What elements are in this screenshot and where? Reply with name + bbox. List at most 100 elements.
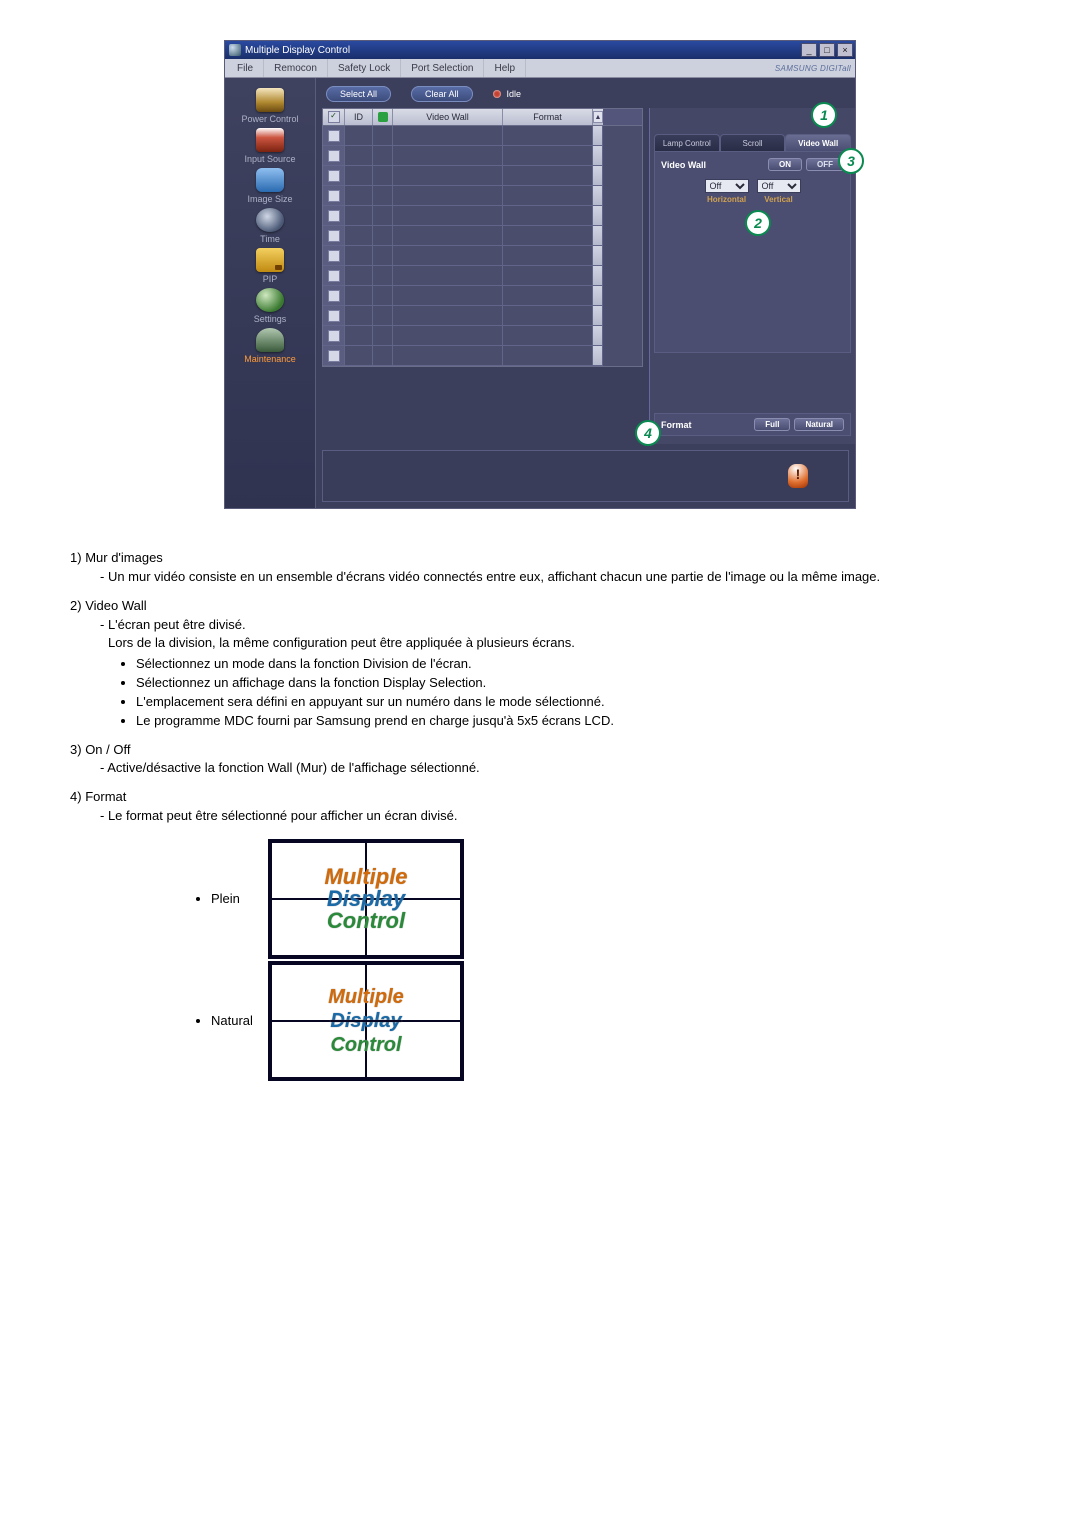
callout-4: 4 [635, 420, 661, 446]
close-button[interactable]: × [837, 43, 853, 57]
format-natural-label: Natural [211, 1012, 261, 1031]
row-checkbox[interactable] [328, 190, 340, 202]
row-checkbox[interactable] [328, 250, 340, 262]
menubar: File Remocon Safety Lock Port Selection … [225, 59, 855, 78]
right-panel: 1 Lamp Control Scroll Video Wall Video W… [649, 108, 855, 444]
sidebar-item-label: Settings [230, 314, 310, 324]
titlebar: Multiple Display Control _ □ × [225, 41, 855, 59]
sidebar-item-label: Input Source [230, 154, 310, 164]
sec4-dash: - Le format peut être sélectionné pour a… [70, 807, 1010, 826]
status-text: Idle [507, 89, 522, 99]
grid-body [322, 126, 643, 367]
grid-header: ID Video Wall Format ▲ [322, 108, 643, 126]
sec2-b4: Le programme MDC fourni par Samsung pren… [136, 712, 1010, 731]
sec1-desc: - Un mur vidéo consiste en un ensemble d… [70, 568, 1010, 587]
sec2-b2: Sélectionnez un affichage dans la foncti… [136, 674, 1010, 693]
row-checkbox[interactable] [328, 290, 340, 302]
maximize-button[interactable]: □ [819, 43, 835, 57]
callout-3: 3 [838, 148, 864, 174]
select-all-button[interactable]: Select All [326, 86, 391, 102]
tab-lamp-control[interactable]: Lamp Control [654, 134, 720, 151]
sec4-num: 4) [70, 789, 82, 804]
row-checkbox[interactable] [328, 210, 340, 222]
status-dot-icon [493, 90, 501, 98]
format-row: Format Full Natural [654, 413, 851, 436]
row-checkbox[interactable] [328, 270, 340, 282]
brand-label: SAMSUNG DIGITall [775, 59, 851, 77]
format-natural-button[interactable]: Natural [794, 418, 844, 431]
sidebar-item-label: Time [230, 234, 310, 244]
format-plein-label: Plein [211, 890, 261, 909]
sec1-num: 1) [70, 550, 82, 565]
row-checkbox[interactable] [328, 310, 340, 322]
callout-2: 2 [745, 210, 771, 236]
status-indicator: Idle [493, 89, 522, 99]
menu-file[interactable]: File [227, 59, 264, 77]
sec3-dash: - Active/désactive la fonction Wall (Mur… [70, 759, 1010, 778]
grid-col-format[interactable]: Format [503, 109, 593, 125]
app-icon [229, 44, 241, 56]
sec2-title: Video Wall [85, 598, 146, 613]
header-checkbox[interactable] [328, 111, 340, 123]
sidebar-item-input-source[interactable]: Input Source [230, 128, 310, 164]
image-size-icon [256, 168, 284, 192]
maintenance-icon [256, 328, 284, 352]
menu-remocon[interactable]: Remocon [264, 59, 328, 77]
sec2-line2: Lors de la division, la même configurati… [70, 634, 1010, 653]
tab-video-wall[interactable]: Video Wall [785, 134, 851, 151]
row-checkbox[interactable] [328, 350, 340, 362]
sidebar-item-power-control[interactable]: Power Control [230, 88, 310, 124]
row-checkbox[interactable] [328, 170, 340, 182]
sec3-title: On / Off [85, 742, 130, 757]
row-checkbox[interactable] [328, 130, 340, 142]
power-icon [256, 88, 284, 112]
sec4-title: Format [85, 789, 126, 804]
vertical-label: Vertical [764, 195, 792, 204]
pip-icon [256, 248, 284, 272]
alert-icon [788, 464, 808, 488]
document-text: 1) Mur d'images - Un mur vidéo consiste … [40, 549, 1040, 1082]
sidebar-item-image-size[interactable]: Image Size [230, 168, 310, 204]
row-checkbox[interactable] [328, 150, 340, 162]
grid-col-id[interactable]: ID [345, 109, 373, 125]
sec1-title: Mur d'images [85, 550, 163, 565]
sec2-dash: - L'écran peut être divisé. [70, 616, 1010, 635]
tab-scroll[interactable]: Scroll [720, 134, 786, 151]
format-plein-image: Multiple Display Control [268, 839, 464, 959]
menu-safety-lock[interactable]: Safety Lock [328, 59, 401, 77]
sidebar-item-label: PIP [230, 274, 310, 284]
menu-port-selection[interactable]: Port Selection [401, 59, 484, 77]
sec3-num: 3) [70, 742, 82, 757]
format-examples: Plein Multiple Display Control Natural [190, 838, 470, 1082]
sidebar-item-maintenance[interactable]: Maintenance [230, 328, 310, 364]
video-wall-on-button[interactable]: ON [768, 158, 802, 171]
sidebar-item-pip[interactable]: PIP [230, 248, 310, 284]
sidebar-item-settings[interactable]: Settings [230, 288, 310, 324]
sidebar-item-label: Maintenance [230, 354, 310, 364]
video-wall-label: Video Wall [661, 160, 706, 170]
format-full-button[interactable]: Full [754, 418, 790, 431]
clear-all-button[interactable]: Clear All [411, 86, 473, 102]
grid-col-video-wall[interactable]: Video Wall [393, 109, 503, 125]
horizontal-label: Horizontal [707, 195, 746, 204]
sec2-b3: L'emplacement sera défini en appuyant su… [136, 693, 1010, 712]
sidebar-item-label: Power Control [230, 114, 310, 124]
menu-help[interactable]: Help [484, 59, 526, 77]
main-area: Select All Clear All Idle ID Video Wall [315, 78, 855, 508]
row-checkbox[interactable] [328, 230, 340, 242]
callout-1: 1 [811, 102, 837, 128]
gear-icon [256, 288, 284, 312]
window-title: Multiple Display Control [245, 45, 350, 56]
input-source-icon [256, 128, 284, 152]
sidebar-item-label: Image Size [230, 194, 310, 204]
row-checkbox[interactable] [328, 330, 340, 342]
scroll-up-button[interactable]: ▲ [593, 111, 603, 123]
format-natural-image: Multiple Display Control [268, 961, 464, 1081]
footer-bar [322, 450, 849, 502]
sec2-num: 2) [70, 598, 82, 613]
format-label: Format [661, 420, 692, 430]
vertical-select[interactable]: Off [757, 179, 801, 193]
sidebar-item-time[interactable]: Time [230, 208, 310, 244]
horizontal-select[interactable]: Off [705, 179, 749, 193]
minimize-button[interactable]: _ [801, 43, 817, 57]
